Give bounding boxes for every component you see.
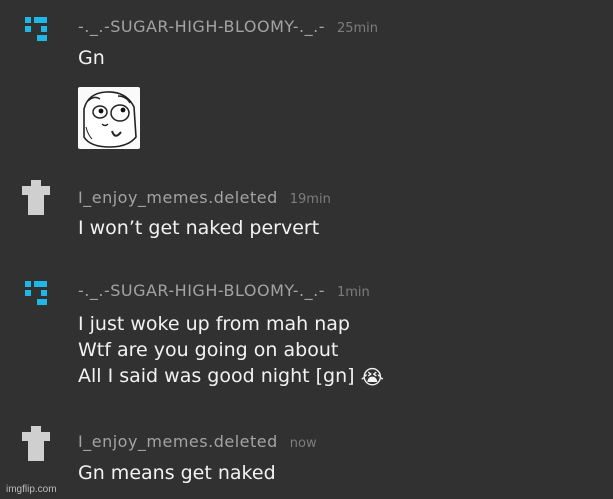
message-text-line: All I said was good night [gn] 😭 [78, 363, 384, 390]
imgflip-watermark: imgflip.com [6, 484, 57, 495]
message-text: Gn means get naked [78, 462, 276, 484]
loudly-crying-face-emoji: 😭 [360, 365, 384, 389]
username[interactable]: -._.-SUGAR-HIGH-BLOOMY-._.- [78, 17, 325, 36]
message-text-line: Wtf are you going on about [78, 339, 339, 361]
deleted-user-placeholder-icon[interactable] [22, 426, 50, 462]
username[interactable]: I_enjoy_memes.deleted [78, 432, 278, 451]
timestamp: 25min [336, 21, 379, 36]
username[interactable]: -._.-SUGAR-HIGH-BLOOMY-._.- [78, 281, 325, 300]
message-text-line: I just woke up from mah nap [78, 313, 350, 335]
timestamp: now [289, 436, 317, 451]
message-text: All I said was good night [gn] [78, 365, 355, 387]
message-text: Gn [78, 47, 105, 69]
derp-face-meme-image[interactable] [78, 87, 140, 149]
deleted-user-placeholder-icon[interactable] [22, 180, 50, 216]
username[interactable]: I_enjoy_memes.deleted [78, 188, 278, 207]
message-text: I won’t get naked pervert [78, 217, 320, 239]
timestamp: 19min [289, 192, 331, 207]
timestamp: 1min [336, 285, 370, 300]
blue-pixel-logo-icon[interactable] [22, 12, 50, 48]
blue-pixel-logo-icon[interactable] [22, 276, 50, 312]
